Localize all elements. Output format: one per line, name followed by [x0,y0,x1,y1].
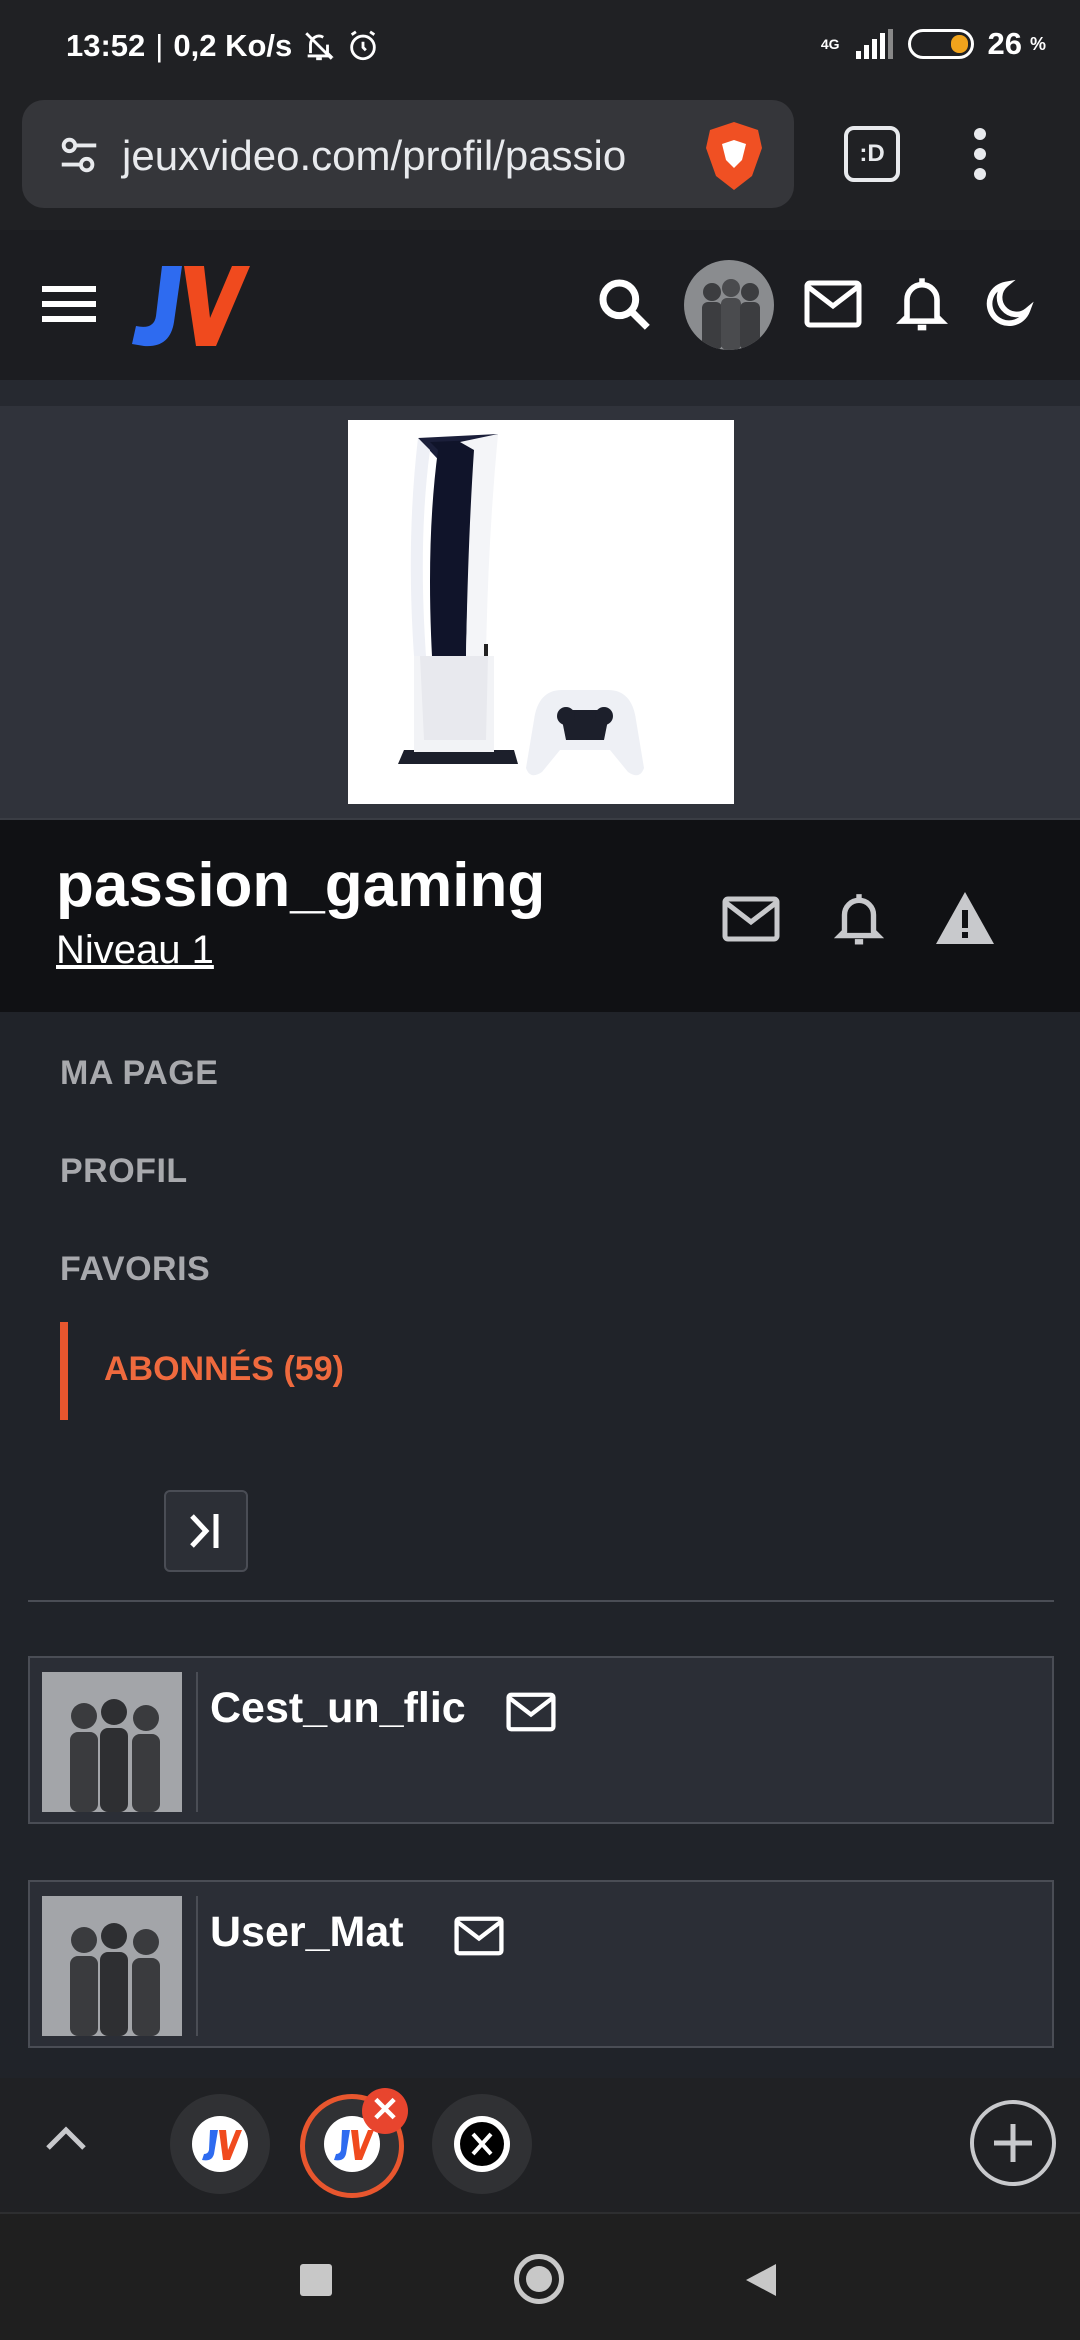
close-tab-button[interactable]: ✕ [362,2088,408,2134]
signal-icon [855,29,893,59]
url-text[interactable]: jeuxvideo.com/profil/passio [122,132,626,180]
skip-to-last-icon [190,1514,219,1548]
status-bar: 13:52 | 0,2 Ko/s 4G 26 % [0,0,1080,96]
nav-ma-page[interactable]: MA PAGE [60,1054,218,1093]
message-follower-icon[interactable] [454,1916,504,1956]
address-bar[interactable]: jeuxvideo.com/profil/passio [22,100,794,208]
battery-unit: % [1029,33,1046,54]
follower-avatar[interactable] [42,1672,182,1812]
follower-name[interactable]: Cest_un_flic [210,1684,466,1733]
report-warning-icon[interactable] [934,890,996,946]
chevron-up-icon[interactable] [44,2122,88,2152]
profile-banner [0,406,1080,818]
bell-off-icon [305,32,335,61]
card-separator [196,1672,198,1812]
card-separator [196,1896,198,2036]
back-icon[interactable] [744,2262,778,2298]
last-page-button[interactable] [164,1490,248,1572]
status-left: 13:52 | 0,2 Ko/s [66,28,380,64]
new-tab-button[interactable] [970,2100,1056,2186]
message-follower-icon[interactable] [506,1692,556,1732]
section-divider [28,1600,1054,1602]
browser-tab-strip: ✕ [0,2078,1080,2212]
notifications-icon[interactable] [896,274,948,334]
profile-level-link[interactable]: Niveau 1 [56,928,214,973]
menu-icon[interactable] [42,282,96,326]
browser-toolbar: jeuxvideo.com/profil/passio :D [0,96,1080,230]
status-separator: | [155,28,164,63]
follower-card[interactable]: Cest_un_flic [28,1656,1054,1824]
system-navigation-bar [0,2212,1080,2340]
tab-switcher-button[interactable]: :D [844,126,900,182]
send-message-icon[interactable] [722,896,780,942]
battery-icon [907,29,974,59]
search-icon[interactable] [596,276,652,332]
profile-username: passion_gaming [56,851,546,920]
dark-mode-icon[interactable] [984,276,1036,332]
nav-favoris[interactable]: FAVORIS [60,1250,210,1289]
tab-jv-1[interactable] [170,2094,270,2194]
recents-button[interactable] [300,2264,332,2296]
site-header [0,230,1080,380]
nav-abonnes[interactable]: ABONNÉS (59) [104,1350,344,1389]
follow-bell-icon[interactable] [834,890,884,948]
status-speed: 0,2 Ko/s [173,28,293,63]
follower-avatar[interactable] [42,1896,182,2036]
tab-x[interactable] [432,2094,532,2194]
network-label: 4G [820,36,840,52]
home-button[interactable] [514,2254,564,2304]
banner-gap [0,380,1080,406]
status-right: 4G 26 % [821,26,1046,62]
user-avatar[interactable] [684,260,774,350]
brave-shield-icon[interactable] [702,120,766,192]
jv-tab-icon [202,2130,242,2161]
status-time: 13:52 [66,28,146,63]
follower-name[interactable]: User_Mat [210,1908,404,1957]
nav-active-indicator [60,1322,68,1420]
x-logo-icon [460,2122,504,2166]
more-options-icon[interactable] [968,126,992,182]
follower-card[interactable]: User_Mat [28,1880,1054,2048]
profile-bar: passion_gaming Niveau 1 [0,818,1080,1012]
site-settings-icon[interactable] [56,132,102,178]
jv-logo[interactable] [130,260,250,352]
mail-icon[interactable] [804,280,862,328]
plus-icon [994,2124,1032,2162]
battery-level: 26 [987,26,1022,61]
nav-profil[interactable]: PROFIL [60,1152,188,1191]
banner-image [348,420,734,804]
alarm-icon [350,30,376,61]
